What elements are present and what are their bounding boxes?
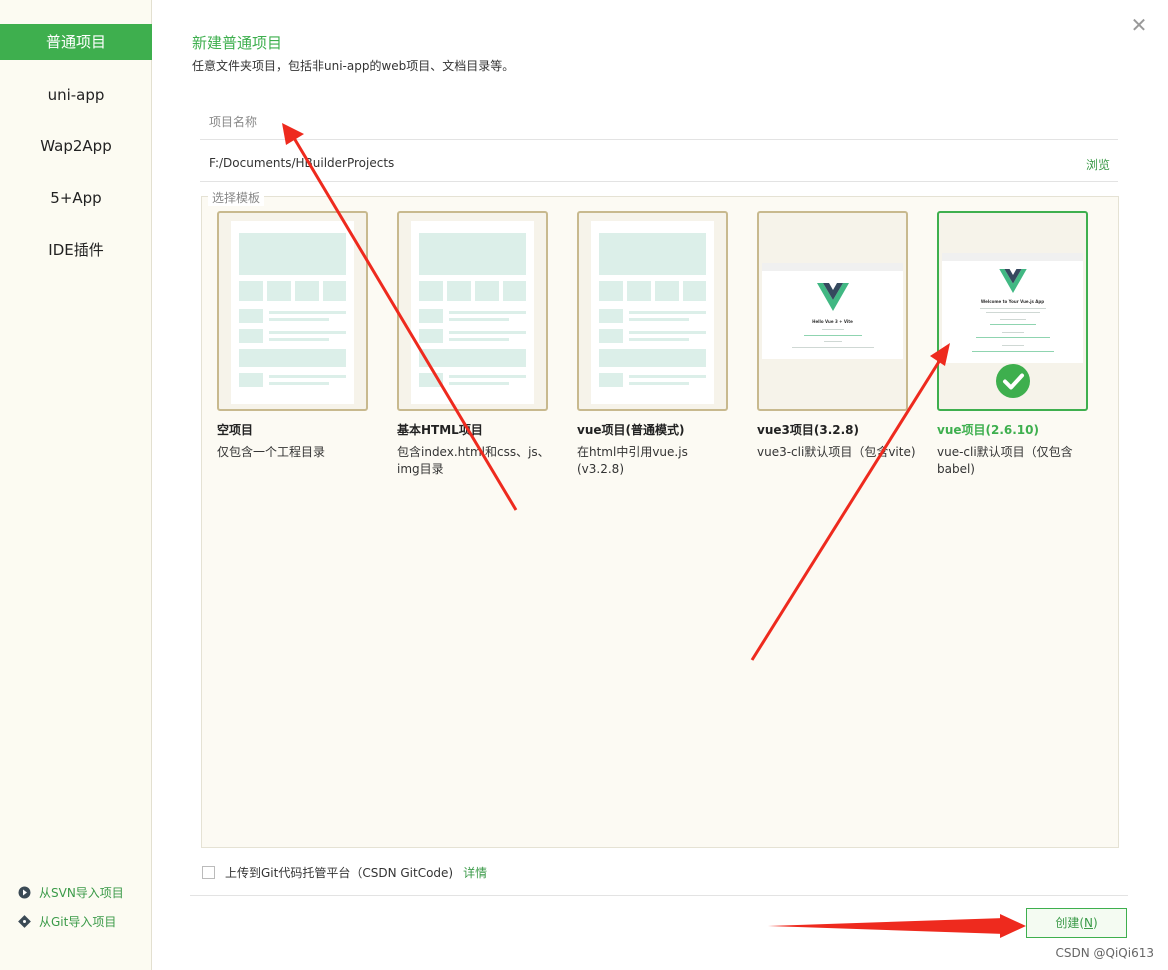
create-button-label: 创建( [1055, 916, 1084, 930]
svn-import-link[interactable]: 从SVN导入项目 [18, 884, 124, 901]
sidebar-item-ide-plugin[interactable]: IDE插件 [0, 232, 152, 268]
template-preview [397, 211, 548, 411]
wireframe-illustration [411, 221, 534, 404]
dialog-subtitle: 任意文件夹项目，包括非uni-app的web项目、文档目录等。 [192, 59, 515, 73]
create-button-suffix: ) [1092, 916, 1098, 930]
project-name-field [200, 104, 1118, 140]
template-card-basic-html[interactable]: 基本HTML项目 包含index.html和css、js、img目录 [397, 211, 550, 478]
vue2-screenshot-preview: Welcome to Your Vue.js App [942, 253, 1083, 363]
browse-button[interactable]: 浏览 [1086, 156, 1110, 173]
sidebar-item-5plus-app[interactable]: 5+App [0, 180, 152, 216]
wireframe-illustration [231, 221, 354, 404]
template-card-vue3[interactable]: Hello Vue 3 + Vite vue3项目(3.2.8) vue3-cl… [757, 211, 916, 461]
sidebar-item-normal-project[interactable]: 普通项目 [0, 24, 152, 60]
vue-logo-icon [999, 269, 1027, 293]
template-desc: 包含index.html和css、js、img目录 [397, 445, 550, 476]
create-button[interactable]: 创建(N) [1026, 908, 1127, 938]
project-name-input[interactable] [200, 104, 1118, 139]
svn-icon [18, 886, 31, 899]
template-name: vue3项目(3.2.8) [757, 423, 859, 437]
wireframe-illustration [591, 221, 714, 404]
template-name: vue项目(普通模式) [577, 423, 685, 437]
template-preview [217, 211, 368, 411]
project-path-value[interactable]: F:/Documents/HBuilderProjects [209, 156, 394, 170]
template-desc: 在html中引用vue.js (v3.2.8) [577, 445, 688, 476]
main-panel: ✕ 新建普通项目 任意文件夹项目，包括非uni-app的web项目、文档目录等。… [152, 0, 1168, 970]
sidebar-item-wap2app[interactable]: Wap2App [0, 128, 152, 164]
git-upload-checkbox[interactable] [202, 866, 215, 879]
git-icon [18, 915, 31, 928]
footer-divider [190, 895, 1128, 896]
template-preview [577, 211, 728, 411]
watermark: CSDN @QiQi613 [1055, 946, 1155, 960]
git-import-link[interactable]: 从Git导入项目 [18, 913, 116, 930]
template-name: 空项目 [217, 423, 254, 437]
template-preview: Hello Vue 3 + Vite [757, 211, 908, 411]
preview-heading: Hello Vue 3 + Vite [812, 319, 853, 324]
sidebar: 普通项目 uni-app Wap2App 5+App IDE插件 从SVN导入项… [0, 0, 152, 970]
template-card-vue2[interactable]: Welcome to Your Vue.js App vue项目(2.6.10)… [937, 211, 1088, 478]
selected-check-icon [996, 364, 1030, 398]
template-card-vue-normal[interactable]: vue项目(普通模式) 在html中引用vue.js (v3.2.8) [577, 211, 728, 478]
close-icon[interactable]: ✕ [1128, 14, 1150, 36]
template-card-empty[interactable]: 空项目 仅包含一个工程目录 [217, 211, 368, 461]
project-path-field: F:/Documents/HBuilderProjects 浏览 [200, 144, 1118, 182]
git-detail-link[interactable]: 详情 [463, 864, 487, 881]
vue3-screenshot-preview: Hello Vue 3 + Vite [762, 263, 903, 359]
git-upload-label[interactable]: 上传到Git代码托管平台（CSDN GitCode) [225, 864, 453, 881]
preview-heading: Welcome to Your Vue.js App [980, 299, 1045, 304]
template-preview: Welcome to Your Vue.js App [937, 211, 1088, 411]
template-name: 基本HTML项目 [397, 423, 483, 437]
template-desc: vue3-cli默认项目（包含vite) [757, 445, 916, 459]
vue-logo-icon [817, 283, 849, 311]
git-import-label: 从Git导入项目 [39, 915, 117, 929]
svn-import-label: 从SVN导入项目 [39, 886, 124, 900]
template-legend: 选择模板 [208, 189, 265, 206]
create-button-mnemonic: N [1084, 916, 1093, 930]
git-upload-row: 上传到Git代码托管平台（CSDN GitCode) 详情 [202, 864, 487, 881]
template-name: vue项目(2.6.10) [937, 423, 1039, 437]
template-desc: vue-cli默认项目（仅包含babel) [937, 445, 1073, 476]
sidebar-item-uni-app[interactable]: uni-app [0, 77, 152, 113]
dialog-title: 新建普通项目 [192, 34, 283, 52]
template-desc: 仅包含一个工程目录 [217, 445, 326, 459]
